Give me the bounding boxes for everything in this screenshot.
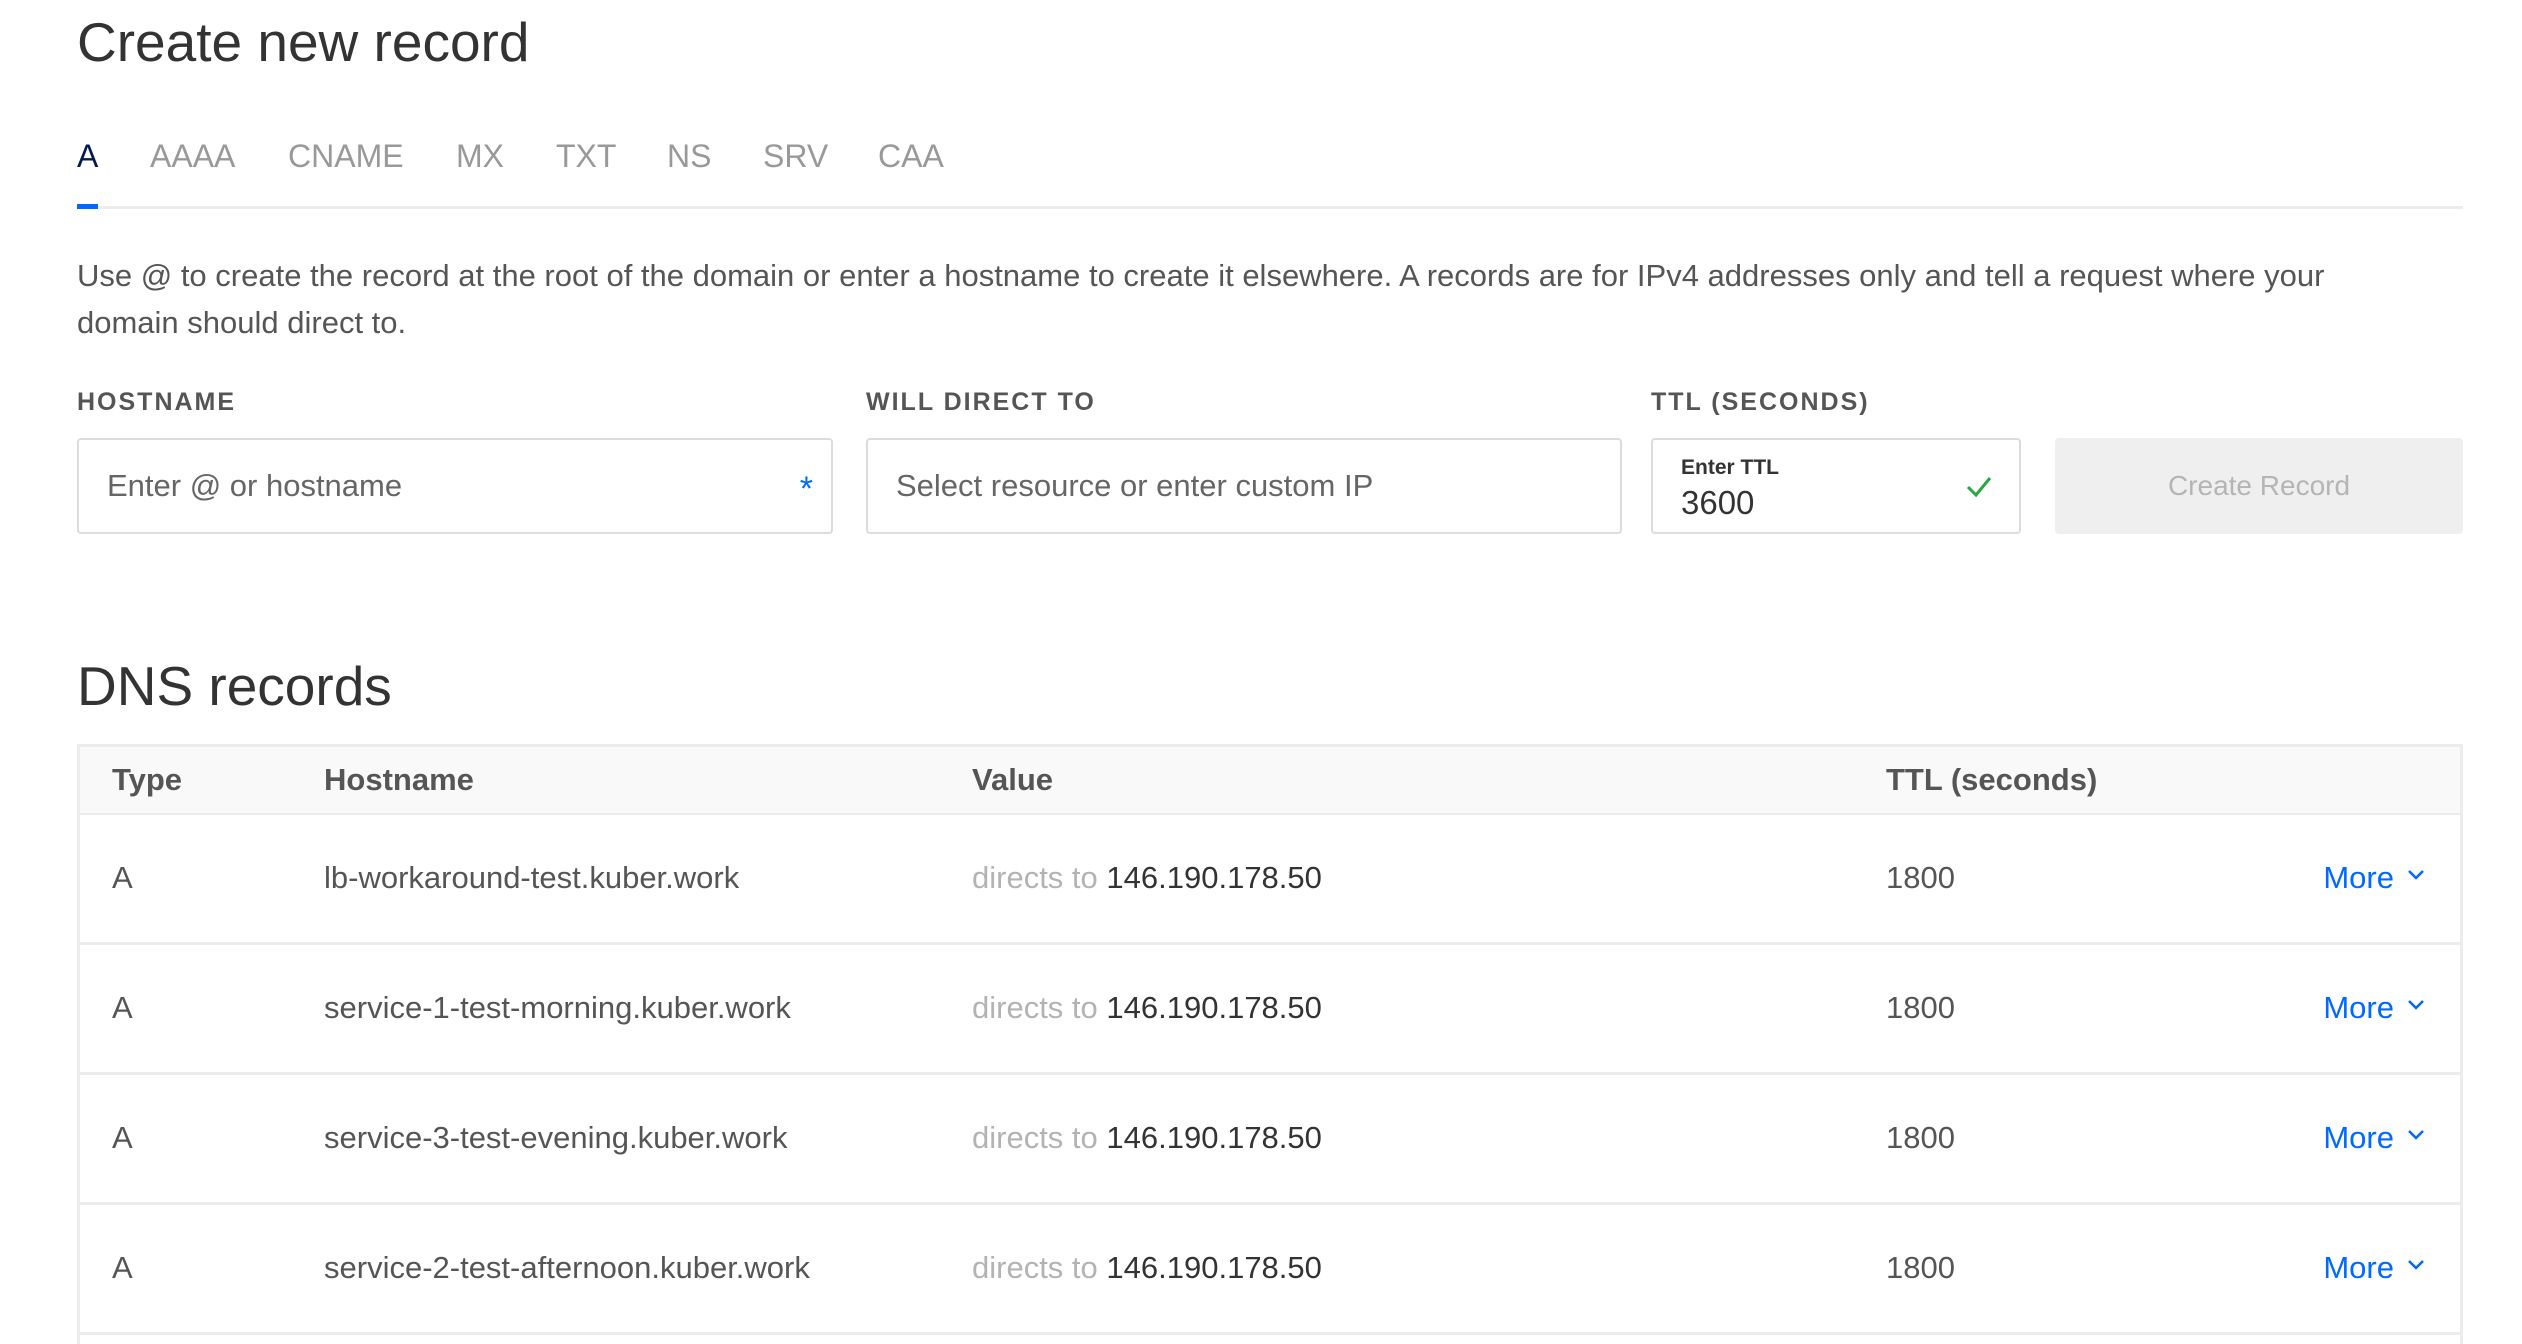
record-ttl: 1800: [1886, 1250, 1955, 1285]
tab-srv[interactable]: SRV: [763, 130, 828, 206]
column-header-hostname: Hostname: [324, 762, 474, 797]
column-header-value: Value: [972, 762, 1053, 797]
record-value: directs to 146.190.178.50: [972, 815, 1322, 941]
hostname-field: *: [77, 438, 833, 534]
create-record-button[interactable]: Create Record: [2055, 438, 2463, 534]
more-label: More: [2323, 860, 2394, 895]
record-type: A: [112, 860, 133, 895]
table-row: A service-1-test-morning.kuber.work dire…: [80, 945, 2460, 1075]
more-button[interactable]: More: [2323, 1075, 2424, 1201]
table-row: A service-3-test-evening.kuber.work dire…: [80, 1075, 2460, 1205]
record-ip: 146.190.178.50: [1106, 1250, 1322, 1285]
tab-a[interactable]: A: [77, 130, 99, 209]
tab-caa[interactable]: CAA: [878, 130, 944, 206]
more-label: More: [2323, 1250, 2394, 1285]
chevron-down-icon: [2408, 1259, 2424, 1270]
help-text-line-1: Use @ to create the record at the root o…: [77, 258, 2325, 293]
record-ip: 146.190.178.50: [1106, 860, 1322, 895]
ttl-field[interactable]: Enter TTL 3600: [1651, 438, 2021, 534]
tab-ns[interactable]: NS: [667, 130, 711, 206]
more-button[interactable]: More: [2323, 945, 2424, 1071]
tab-cname[interactable]: CNAME: [288, 130, 404, 206]
record-value: directs to 146.190.178.50: [972, 1075, 1322, 1201]
tab-mx[interactable]: MX: [456, 130, 504, 206]
record-ip: 146.190.178.50: [1106, 1120, 1322, 1155]
hostname-label: HOSTNAME: [77, 388, 237, 416]
more-label: More: [2323, 1120, 2394, 1155]
column-header-type: Type: [112, 762, 183, 797]
directs-to-prefix: directs to: [972, 1120, 1098, 1155]
chevron-down-icon: [2408, 869, 2424, 880]
record-ttl: 1800: [1886, 860, 1955, 895]
record-hostname: lb-workaround-test.kuber.work: [324, 860, 740, 895]
hostname-input[interactable]: [107, 440, 779, 532]
record-value: directs to 146.190.178.50: [972, 1205, 1322, 1331]
record-type: A: [112, 1250, 133, 1285]
direct-to-field: [866, 438, 1622, 534]
tab-txt[interactable]: TXT: [556, 130, 616, 206]
more-label: More: [2323, 990, 2394, 1025]
chevron-down-icon: [2408, 1129, 2424, 1140]
chevron-down-icon: [2408, 999, 2424, 1010]
record-value: directs to 146.190.178.50: [972, 945, 1322, 1071]
table-row: A lb-workaround-test.kuber.work directs …: [80, 815, 2460, 945]
ttl-input[interactable]: 3600: [1681, 484, 1754, 522]
more-button[interactable]: More: [2323, 815, 2424, 941]
directs-to-prefix: directs to: [972, 860, 1098, 895]
record-hostname: service-2-test-afternoon.kuber.work: [324, 1250, 810, 1285]
tab-aaaa[interactable]: AAAA: [150, 130, 235, 206]
record-ip: 146.190.178.50: [1106, 990, 1322, 1025]
record-type: A: [112, 990, 133, 1025]
record-ttl: 1800: [1886, 990, 1955, 1025]
record-hostname: service-3-test-evening.kuber.work: [324, 1120, 788, 1155]
table-header: Type Hostname Value TTL (seconds): [80, 747, 2460, 815]
record-type-tabs: A AAAA CNAME MX TXT NS SRV CAA: [77, 130, 2463, 209]
record-hostname: service-1-test-morning.kuber.work: [324, 990, 791, 1025]
dns-records-title: DNS records: [77, 655, 392, 717]
will-direct-to-label: WILL DIRECT TO: [866, 388, 1096, 416]
record-ttl: 1800: [1886, 1120, 1955, 1155]
table-row: A service-2-test-afternoon.kuber.work di…: [80, 1205, 2460, 1335]
page-title: Create new record: [77, 11, 530, 73]
checkmark-icon: [1966, 477, 1992, 498]
record-type: A: [112, 1120, 133, 1155]
help-text: Use @ to create the record at the root o…: [77, 252, 2463, 346]
direct-to-input[interactable]: [896, 440, 1592, 532]
column-header-ttl: TTL (seconds): [1886, 762, 2098, 797]
ttl-field-label: Enter TTL: [1681, 456, 1779, 479]
dns-records-table: Type Hostname Value TTL (seconds) A lb-w…: [77, 744, 2463, 1344]
required-asterisk-icon: *: [799, 470, 813, 508]
ttl-label: TTL (SECONDS): [1651, 388, 1870, 416]
directs-to-prefix: directs to: [972, 1250, 1098, 1285]
help-text-line-2: domain should direct to.: [77, 305, 407, 340]
more-button[interactable]: More: [2323, 1205, 2424, 1331]
directs-to-prefix: directs to: [972, 990, 1098, 1025]
